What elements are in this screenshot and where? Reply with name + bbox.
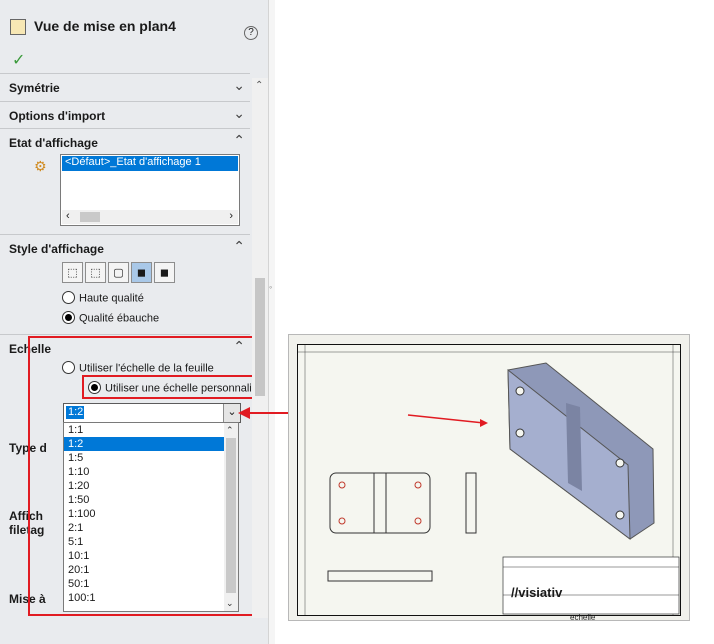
section-options-import[interactable]: Options d'import ⌄ xyxy=(0,101,250,129)
chevron-up-icon[interactable]: ⌃ xyxy=(255,80,263,91)
annotation-arrow xyxy=(238,407,290,419)
panel-splitter[interactable]: ◦ xyxy=(268,0,275,644)
section-title: Options d'import xyxy=(9,109,106,123)
section-title: Etat d'affichage xyxy=(9,136,98,150)
horizontal-scrollbar[interactable]: ‹ › xyxy=(62,210,238,224)
radio-circle xyxy=(62,291,75,304)
wireframe-icon[interactable]: ⬚ xyxy=(62,262,83,283)
display-state-icon: ⚙ xyxy=(34,158,47,174)
drawing-sheet[interactable]: //visiativ echelle xyxy=(288,334,690,622)
shaded-with-edges-icon[interactable]: ◼ xyxy=(131,262,152,283)
section-title: Style d'affichage xyxy=(9,242,104,256)
chevron-up-icon: ⌃ xyxy=(233,132,245,148)
scroll-thumb[interactable] xyxy=(80,212,100,222)
list-item[interactable]: <Défaut>_Etat d'affichage 1 xyxy=(62,156,238,171)
drawing-name: echelle xyxy=(570,613,596,622)
annotation-red-box-option xyxy=(82,375,274,399)
help-icon[interactable]: ? xyxy=(244,26,258,40)
radio-haute-qualite[interactable]: Haute qualité xyxy=(62,291,144,305)
panel-header: Vue de mise en plan4 xyxy=(10,18,176,36)
property-manager-panel: Vue de mise en plan4 ? ✓ Symétrie ⌄ Opti… xyxy=(0,0,274,644)
radio-qualite-ebauche[interactable]: Qualité ébauche xyxy=(62,311,160,325)
chevron-up-icon: ⌃ xyxy=(233,238,245,254)
hidden-lines-visible-icon[interactable]: ⬚ xyxy=(85,262,106,283)
display-state-list[interactable]: <Défaut>_Etat d'affichage 1 ‹ › xyxy=(60,154,240,226)
display-style-toolbar: ⬚ ⬚ ▢ ◼ ◼ xyxy=(62,262,177,284)
brand-logo: //visiativ xyxy=(511,585,563,600)
radio-label: Haute qualité xyxy=(79,292,144,305)
grip-icon: ◦ xyxy=(269,282,273,292)
section-title: Symétrie xyxy=(9,81,60,95)
panel-title: Vue de mise en plan4 xyxy=(34,18,176,34)
drawing-frame: //visiativ echelle xyxy=(297,344,681,622)
radio-label: Qualité ébauche xyxy=(79,312,160,325)
arrow-left-icon[interactable]: ‹ xyxy=(66,210,70,222)
drawing-canvas xyxy=(298,345,680,615)
arrow-right-icon[interactable]: › xyxy=(229,210,233,222)
radio-circle xyxy=(62,311,75,324)
scroll-thumb[interactable] xyxy=(255,278,265,396)
panel-scrollbar[interactable]: ⌃ xyxy=(252,78,268,618)
brand-text: visiativ xyxy=(518,585,563,600)
section-symetrie[interactable]: Symétrie ⌄ xyxy=(0,73,250,102)
chevron-down-icon: ⌄ xyxy=(233,105,245,121)
shaded-icon[interactable]: ◼ xyxy=(154,262,175,283)
chevron-down-icon: ⌄ xyxy=(233,77,245,93)
hidden-lines-removed-icon[interactable]: ▢ xyxy=(108,262,129,283)
confirm-button[interactable]: ✓ xyxy=(12,50,25,70)
drawing-view-icon xyxy=(10,19,26,36)
